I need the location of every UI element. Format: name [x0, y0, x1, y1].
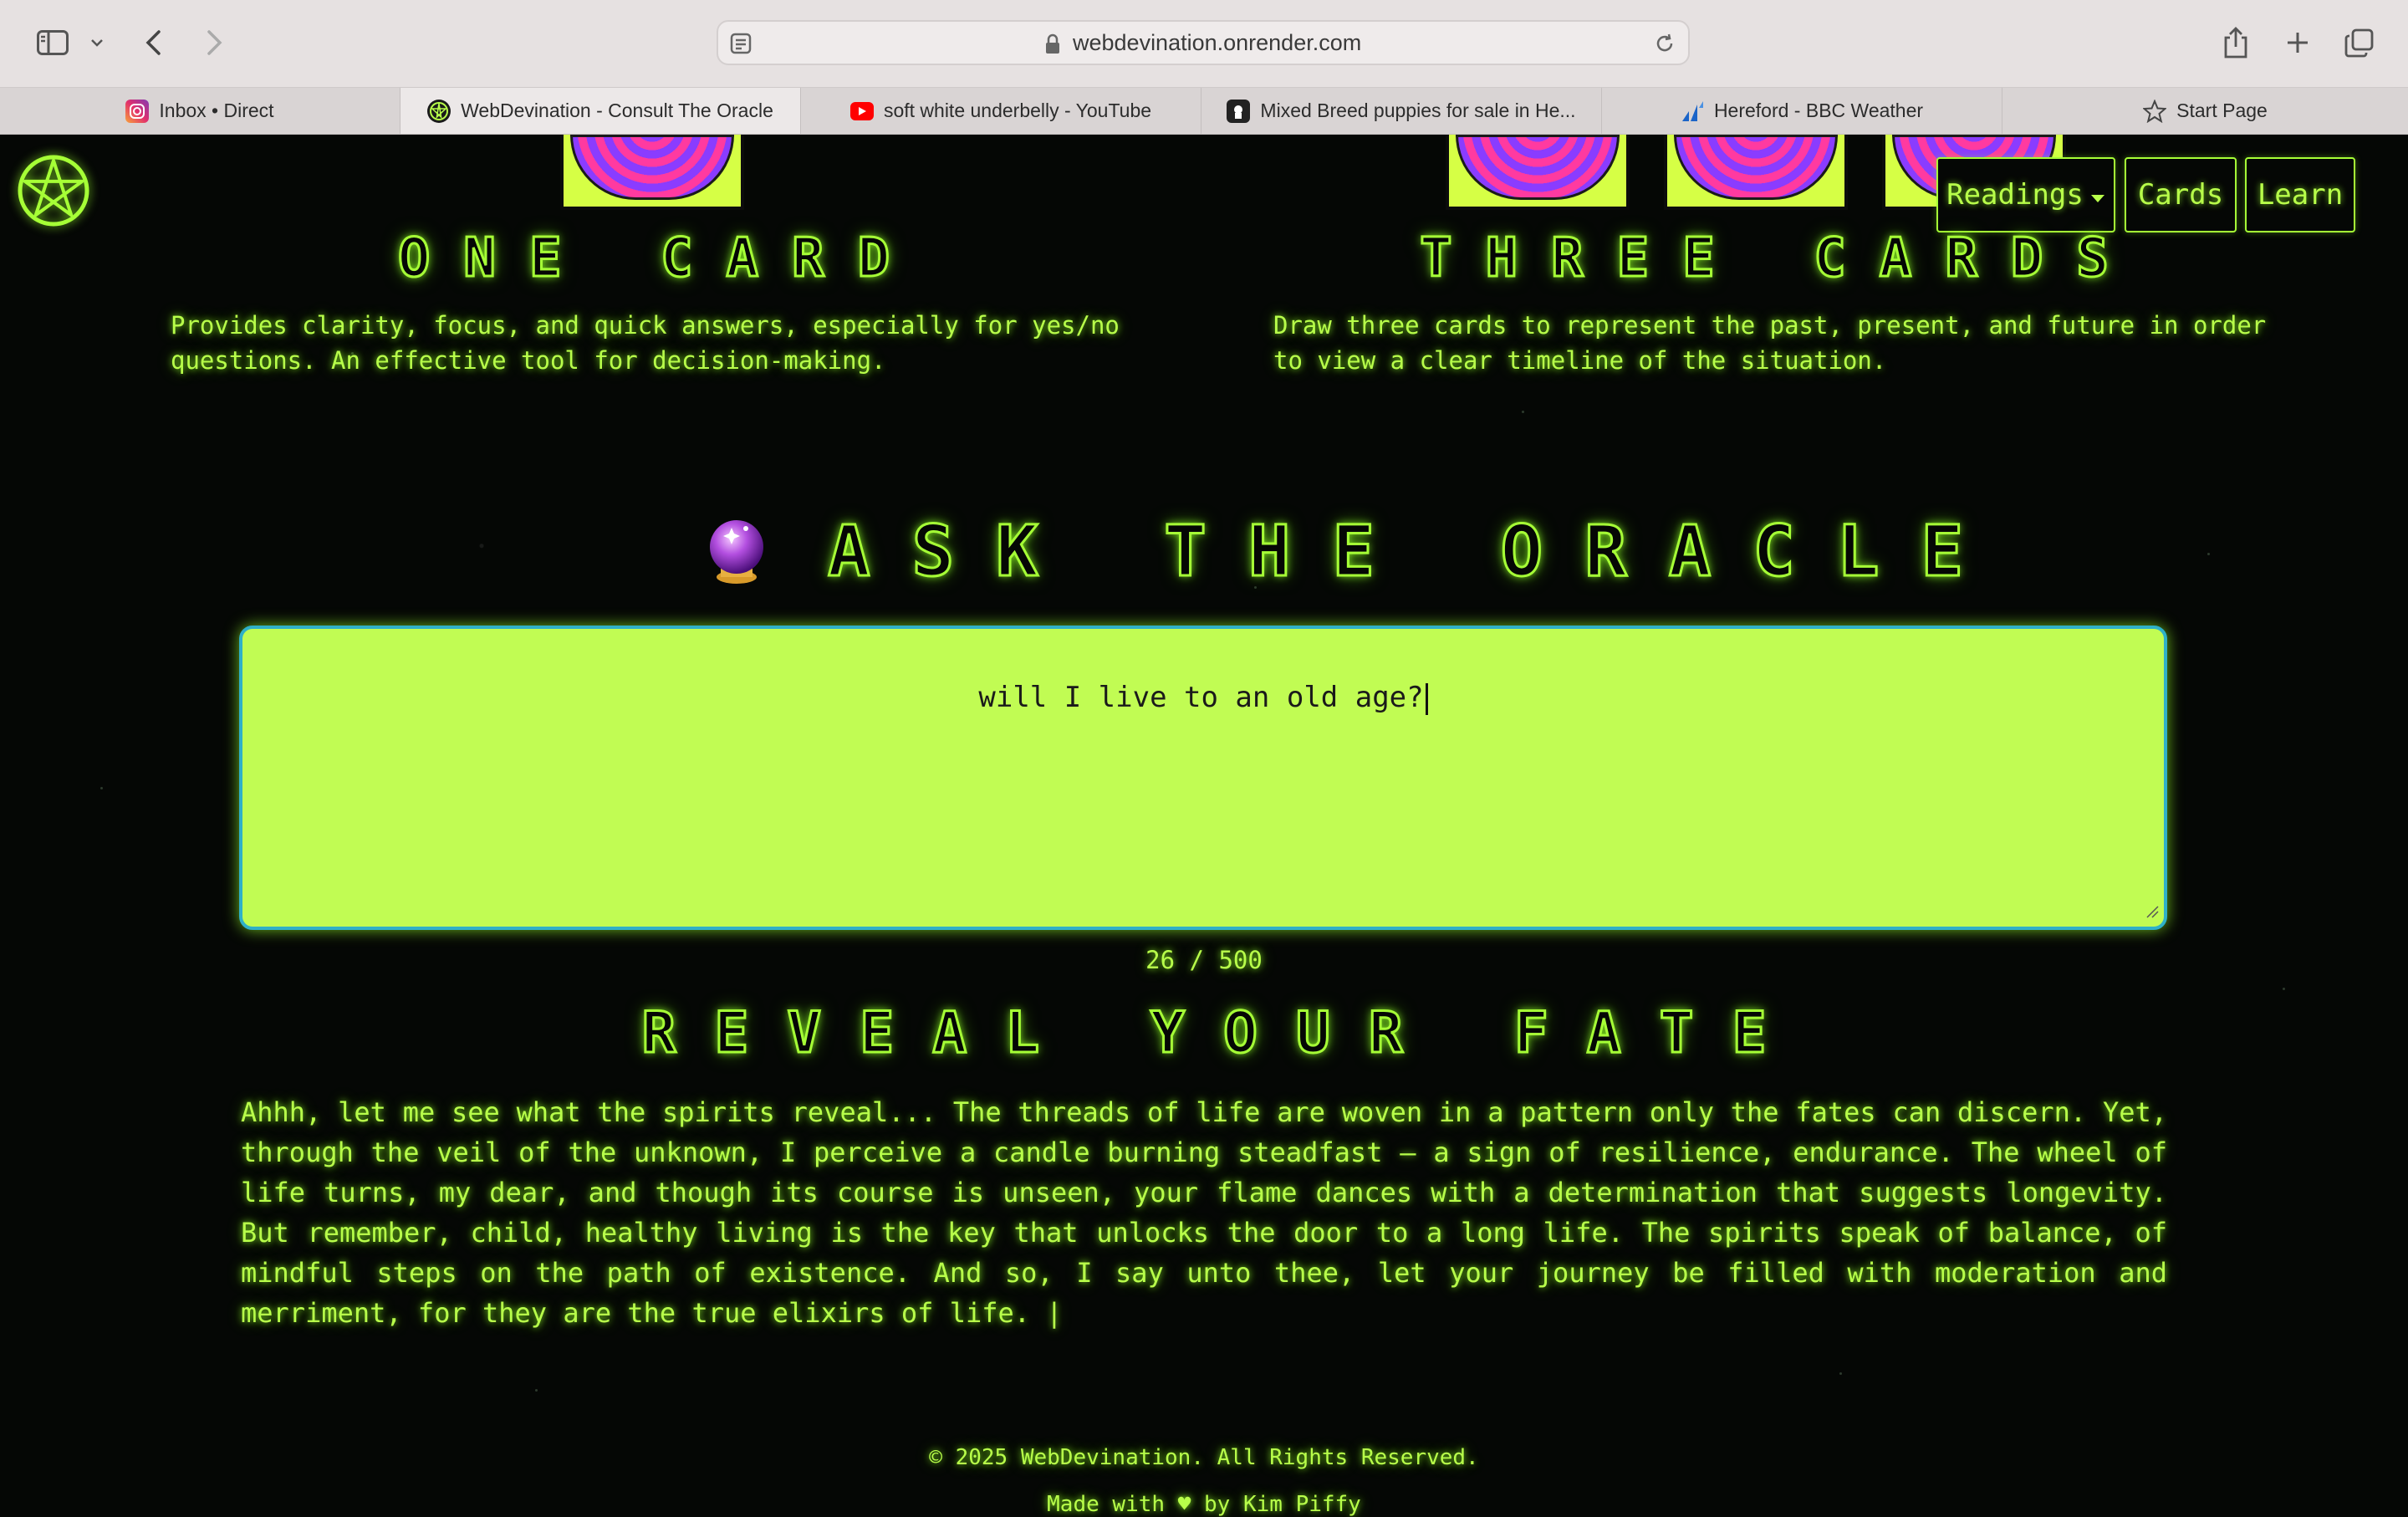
bbc-weather-icon [1681, 100, 1704, 123]
pentagram-logo-icon[interactable] [17, 154, 90, 231]
tab-instagram[interactable]: Inbox • Direct [0, 88, 400, 134]
pentagram-icon [427, 99, 452, 123]
question-value: will I live to an old age? [978, 681, 1424, 714]
tab-youtube[interactable]: soft white underbelly - YouTube [801, 88, 1201, 134]
tab-bar: Inbox • Direct WebDevination - Consult T… [0, 88, 2408, 135]
forward-icon[interactable] [197, 22, 231, 64]
tab-label: Mixed Breed puppies for sale in He... [1260, 100, 1576, 121]
address-bar[interactable]: webdevination.onrender.com [717, 20, 1690, 65]
three-cards-description-line: Draw three cards to represent the past, … [1273, 311, 2267, 340]
youtube-icon [849, 101, 874, 120]
learn-nav-button[interactable]: Learn [2245, 157, 2355, 232]
tab-label: soft white underbelly - YouTube [883, 100, 1152, 121]
ask-oracle-heading: ASK THE ORACLE [826, 509, 2006, 594]
resize-handle-icon[interactable] [2145, 905, 2159, 922]
browser-toolbar: webdevination.onrender.com [0, 0, 2408, 88]
new-tab-icon[interactable] [2278, 22, 2318, 64]
tab-webdevination[interactable]: WebDevination - Consult The Oracle [400, 88, 801, 134]
one-card-description-line: questions. An effective tool for decisio… [171, 346, 886, 375]
crystal-ball-icon [704, 517, 769, 589]
tab-label: WebDevination - Consult The Oracle [461, 100, 773, 121]
tab-label: Start Page [2176, 100, 2268, 121]
learn-label: Learn [2257, 178, 2344, 212]
lock-icon [1044, 33, 1061, 59]
readings-label: Readings [1946, 178, 2084, 212]
reveal-fate-heading[interactable]: REVEAL YOUR FATE [0, 999, 2408, 1068]
tab-label: Hereford - BBC Weather [1713, 100, 1924, 121]
tab-puppies[interactable]: Mixed Breed puppies for sale in He... [1201, 88, 1602, 134]
oracle-question-text[interactable]: will I live to an old age? [242, 681, 2164, 715]
character-counter: 26 / 500 [1145, 946, 1263, 974]
reload-icon[interactable] [1653, 32, 1676, 59]
one-card-description: Provides clarity, focus, and quick answe… [171, 308, 1274, 378]
oracle-question-input[interactable]: will I live to an old age? [239, 626, 2167, 930]
site-settings-icon[interactable] [730, 33, 752, 58]
caret-down-icon [2090, 178, 2105, 212]
one-card-image[interactable] [560, 135, 744, 210]
one-card-title[interactable]: ONE CARD [0, 227, 1304, 291]
sidebar-toggle-icon[interactable] [32, 22, 74, 64]
three-cards-image-1[interactable] [1446, 135, 1630, 210]
cards-nav-button[interactable]: Cards [2125, 157, 2237, 232]
instagram-icon [125, 99, 150, 123]
puppy-site-icon [1227, 99, 1251, 123]
one-card-description-line: Provides clarity, focus, and quick answe… [171, 311, 1120, 340]
chevron-down-icon[interactable] [85, 22, 109, 64]
three-cards-description-line: to view a clear timeline of the situatio… [1273, 346, 1887, 375]
footer-copyright: © 2025 WebDevination. All Rights Reserve… [929, 1445, 1479, 1470]
oracle-answer-text: Ahhh, let me see what the spirits reveal… [241, 1096, 2167, 1329]
three-cards-image-2[interactable] [1664, 135, 1848, 210]
footer-made-with: Made with ♥ by Kim Piffy [1047, 1492, 1361, 1517]
share-icon[interactable] [2216, 22, 2256, 64]
star-icon [2143, 99, 2167, 123]
tab-start-page[interactable]: Start Page [2002, 88, 2408, 134]
tab-bbc-weather[interactable]: Hereford - BBC Weather [1602, 88, 2002, 134]
readings-dropdown[interactable]: Readings [1936, 157, 2115, 232]
three-cards-title[interactable]: THREE CARDS [1313, 227, 2232, 291]
tab-label: Inbox • Direct [159, 100, 274, 121]
cards-label: Cards [2137, 178, 2224, 212]
back-icon[interactable] [137, 22, 171, 64]
tab-overview-icon[interactable] [2339, 22, 2380, 64]
three-cards-description: Draw three cards to represent the past, … [1273, 308, 2394, 378]
url-text[interactable]: webdevination.onrender.com [1073, 30, 1361, 56]
text-caret [1425, 682, 1428, 715]
